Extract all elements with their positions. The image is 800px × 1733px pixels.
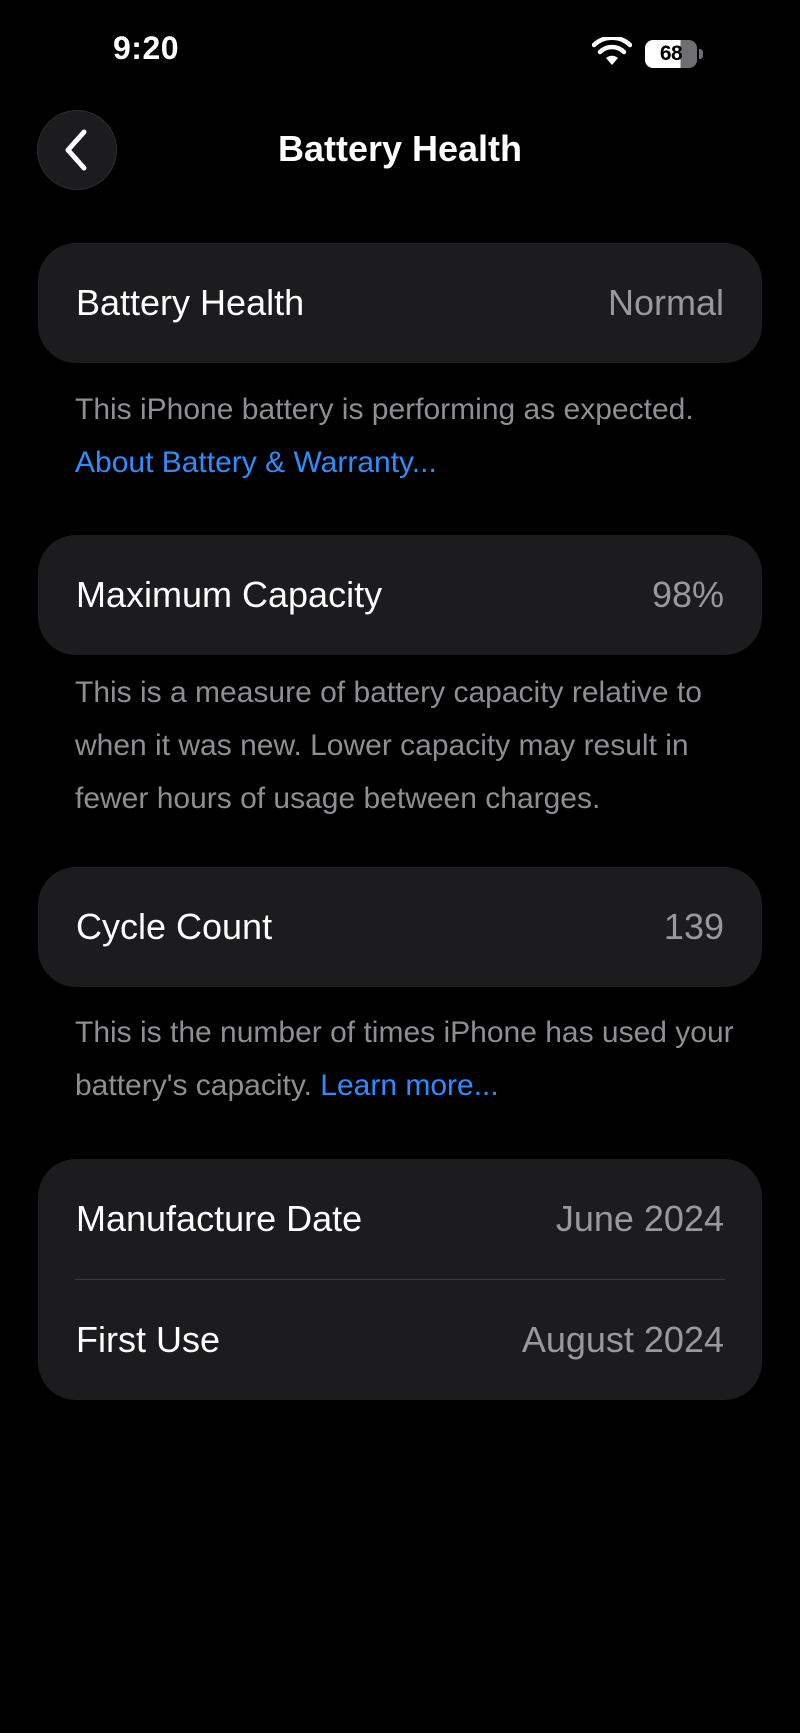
- maximum-capacity-note-text: This is a measure of battery capacity re…: [75, 676, 702, 815]
- cycle-count-label: Cycle Count: [76, 906, 273, 947]
- manufacture-date-value: June 2024: [555, 1198, 724, 1239]
- wifi-icon: [592, 37, 632, 65]
- battery-health-value: Normal: [607, 282, 724, 323]
- battery-health-row: Battery Health Normal: [38, 243, 762, 363]
- maximum-capacity-note: This is a measure of battery capacity re…: [75, 666, 755, 825]
- battery-health-label: Battery Health: [76, 282, 305, 323]
- status-time: 9:20: [113, 30, 180, 66]
- first-use-value: August 2024: [521, 1319, 724, 1360]
- battery-health-note: This iPhone battery is performing as exp…: [75, 383, 755, 489]
- first-use-row: First Use August 2024: [38, 1280, 762, 1400]
- battery-icon: 68: [645, 40, 703, 68]
- dates-card: Manufacture Date June 2024 First Use Aug…: [38, 1159, 762, 1400]
- status-bar: 9:20 68: [0, 0, 800, 100]
- manufacture-date-label: Manufacture Date: [76, 1198, 363, 1239]
- cycle-count-row: Cycle Count 139: [38, 867, 762, 987]
- maximum-capacity-label: Maximum Capacity: [76, 574, 383, 615]
- battery-health-note-text: This iPhone battery is performing as exp…: [75, 393, 694, 426]
- battery-level: 68: [659, 42, 683, 65]
- manufacture-date-row: Manufacture Date June 2024: [38, 1159, 762, 1279]
- first-use-label: First Use: [76, 1319, 220, 1360]
- cycle-count-note: This is the number of times iPhone has u…: [75, 1006, 755, 1112]
- learn-more-link[interactable]: Learn more...: [320, 1069, 498, 1102]
- about-battery-warranty-link[interactable]: About Battery & Warranty...: [75, 446, 437, 479]
- maximum-capacity-row: Maximum Capacity 98%: [38, 535, 762, 655]
- maximum-capacity-card: Maximum Capacity 98%: [38, 535, 762, 655]
- maximum-capacity-value: 98%: [651, 574, 724, 615]
- cycle-count-value: 139: [663, 906, 724, 947]
- battery-health-card: Battery Health Normal: [38, 243, 762, 363]
- cycle-count-card: Cycle Count 139: [38, 867, 762, 987]
- page-title: Battery Health: [277, 128, 523, 169]
